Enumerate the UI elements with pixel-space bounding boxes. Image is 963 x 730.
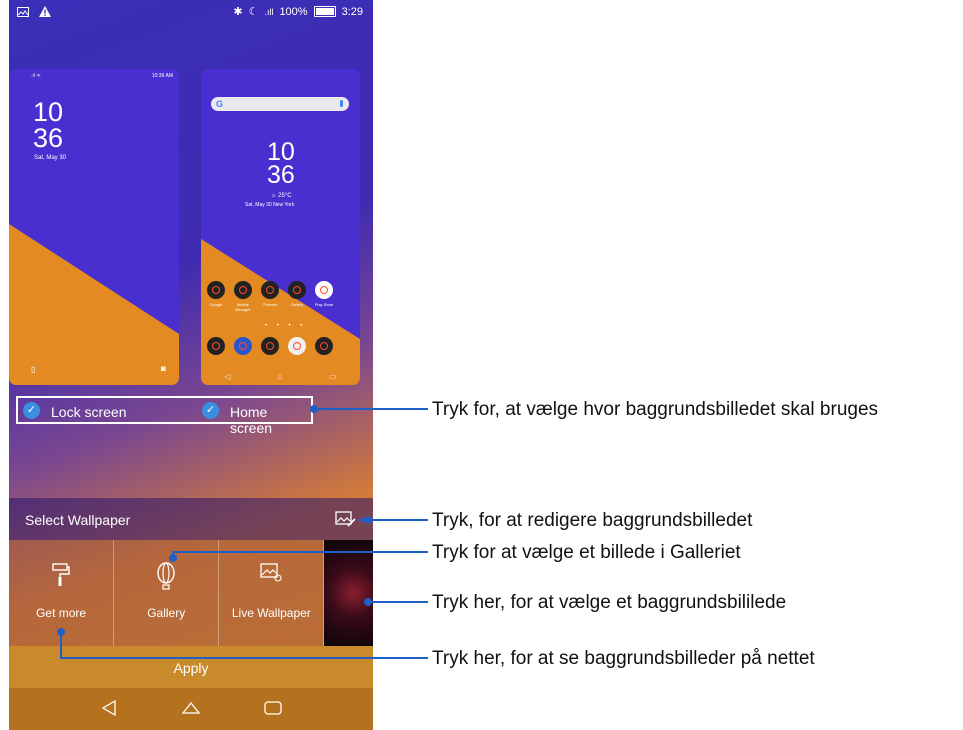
callout-gallery: Tryk for at vælge et billede i Galleriet	[432, 542, 741, 563]
callout-dot	[57, 628, 65, 636]
callout-select-target: Tryk for, at vælge hvor baggrundsbillede…	[432, 399, 879, 420]
callout-lines	[60, 408, 428, 659]
callout-edit: Tryk, for at redigere baggrundsbilledet	[432, 510, 753, 531]
callout-online: Tryk her, for at se baggrundsbilleder på…	[432, 648, 815, 669]
callout-dot	[364, 516, 372, 524]
callout-dot	[310, 405, 318, 413]
callout-wallpaper: Tryk her, for at vælge et baggrundsbilil…	[432, 592, 787, 613]
callout-dot	[169, 554, 177, 562]
callout-dot	[364, 598, 372, 606]
